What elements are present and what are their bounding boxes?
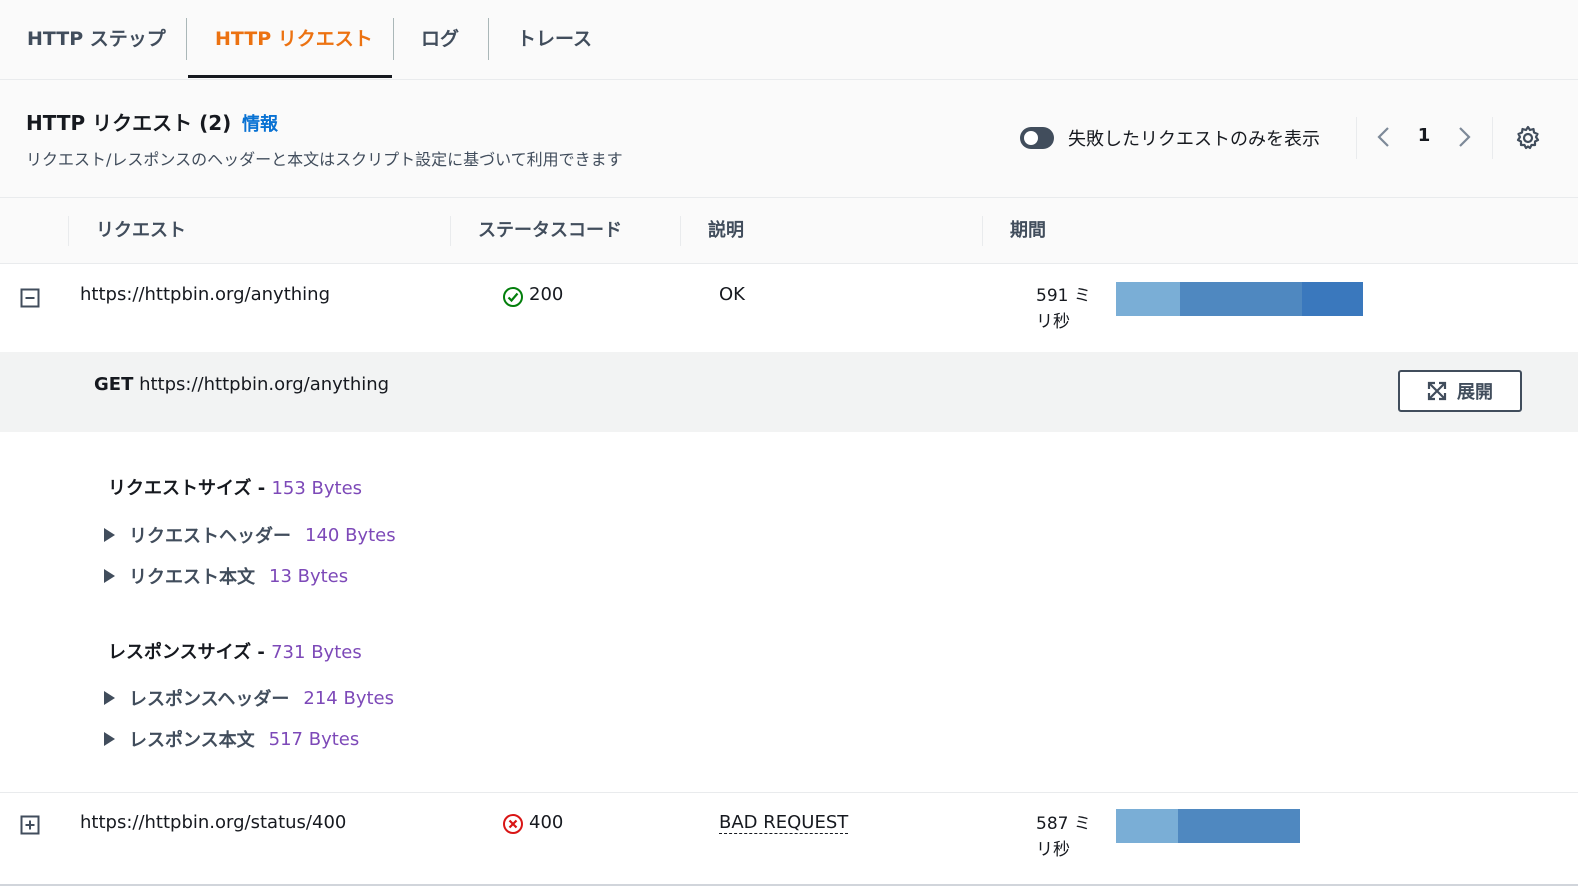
request-body-toggle[interactable]: リクエスト本文 13 Bytes (100, 563, 348, 589)
tab-http-steps[interactable]: HTTP ステップ (0, 0, 193, 78)
caret-right-icon (104, 691, 115, 705)
table-column-headers: リクエスト ステータスコード 説明 期間 (0, 198, 1578, 264)
response-headers-size: 214 Bytes (303, 687, 394, 709)
response-headers-toggle[interactable]: レスポンスヘッダー 214 Bytes (100, 685, 394, 711)
error-x-icon (503, 814, 523, 834)
page-title: HTTP リクエスト (2) (26, 111, 232, 135)
page-description: リクエスト/レスポンスのヘッダーと本文はスクリプト設定に基づいて利用できます (26, 150, 623, 169)
request-size-value: 153 Bytes (271, 478, 363, 499)
tab-divider (186, 18, 187, 60)
chevron-left-icon[interactable] (1372, 122, 1396, 152)
expand-button[interactable]: 展開 (1398, 370, 1522, 412)
response-size-heading: レスポンスサイズ - 731 Bytes (108, 638, 362, 664)
duration: 587 ミリ秒 (1036, 814, 1091, 860)
chevron-right-icon[interactable] (1452, 122, 1476, 152)
column-header-description[interactable]: 説明 (708, 198, 744, 264)
success-check-icon (503, 287, 523, 307)
column-divider (982, 216, 983, 246)
duration-bar-segment (1116, 809, 1178, 843)
request-detail-url: https://httpbin.org/anything (139, 374, 390, 395)
status-description: OK (719, 284, 745, 305)
collapse-icon[interactable] (20, 288, 40, 308)
response-size-label: レスポンスサイズ - (108, 642, 272, 663)
column-header-duration[interactable]: 期間 (1010, 198, 1046, 264)
duration-bar (1116, 809, 1300, 843)
tab-bar: HTTP ステップ HTTP リクエスト ログ トレース (0, 0, 1578, 80)
response-size-value: 731 Bytes (271, 642, 362, 663)
duration-bar-segment (1180, 282, 1302, 316)
tab-divider (488, 18, 489, 60)
failed-only-toggle[interactable] (1020, 127, 1054, 149)
duration: 591 ミリ秒 (1036, 286, 1091, 332)
duration-bar-segment (1116, 282, 1180, 316)
expand-button-label: 展開 (1457, 382, 1493, 403)
column-header-status-code[interactable]: ステータスコード (478, 198, 622, 264)
gear-icon[interactable] (1514, 124, 1542, 152)
expand-icon (1427, 381, 1447, 401)
duration-bar (1116, 282, 1363, 316)
request-size-label: リクエストサイズ - (108, 478, 272, 499)
column-divider (680, 216, 681, 246)
http-method: GET (94, 374, 134, 395)
status-description[interactable]: BAD REQUEST (719, 812, 849, 834)
request-url[interactable]: https://httpbin.org/status/400 (80, 812, 346, 833)
request-headers-label: リクエストヘッダー (129, 526, 291, 547)
tab-http-requests[interactable]: HTTP リクエスト (188, 0, 392, 78)
response-body-toggle[interactable]: レスポンス本文 517 Bytes (100, 726, 359, 752)
duration-bar-segment (1178, 809, 1300, 843)
failed-only-toggle-label: 失敗したリクエストのみを表示 (1068, 129, 1320, 150)
caret-right-icon (104, 732, 115, 746)
table-row[interactable]: https://httpbin.org/status/400 400 BAD R… (0, 792, 1578, 886)
tab-logs[interactable]: ログ (394, 0, 486, 78)
column-divider (68, 216, 69, 246)
response-headers-label: レスポンスヘッダー (129, 689, 290, 710)
column-header-request[interactable]: リクエスト (96, 198, 186, 264)
request-url[interactable]: https://httpbin.org/anything (80, 284, 330, 305)
request-body-label: リクエスト本文 (129, 567, 255, 588)
caret-right-icon (104, 528, 115, 542)
status-code: 400 (529, 812, 564, 833)
request-size-heading: リクエストサイズ - 153 Bytes (108, 474, 362, 500)
request-body-size: 13 Bytes (269, 565, 349, 587)
expand-row-icon[interactable] (20, 815, 40, 835)
request-detail-body: リクエストサイズ - 153 Bytes リクエストヘッダー 140 Bytes… (0, 432, 1578, 792)
response-body-label: レスポンス本文 (129, 730, 255, 751)
response-body-size: 517 Bytes (268, 728, 360, 750)
table-row[interactable]: https://httpbin.org/anything 200 OK 591 … (0, 264, 1578, 352)
caret-right-icon (104, 569, 115, 583)
request-line: GET https://httpbin.org/anything (94, 374, 389, 395)
tab-traces[interactable]: トレース (490, 0, 619, 78)
request-headers-toggle[interactable]: リクエストヘッダー 140 Bytes (100, 522, 396, 548)
duration-bar-segment (1302, 282, 1363, 316)
page-number[interactable]: 1 (1412, 125, 1436, 146)
table-header-section: HTTP リクエスト (2) 情報 リクエスト/レスポンスのヘッダーと本文はスク… (0, 80, 1578, 198)
status-code: 200 (529, 284, 564, 305)
column-divider (450, 216, 451, 246)
request-headers-size: 140 Bytes (305, 524, 396, 546)
header-divider (1356, 117, 1357, 159)
info-link[interactable]: 情報 (242, 110, 278, 136)
header-divider (1492, 117, 1493, 159)
request-detail-header: GET https://httpbin.org/anything 展開 (0, 352, 1578, 432)
